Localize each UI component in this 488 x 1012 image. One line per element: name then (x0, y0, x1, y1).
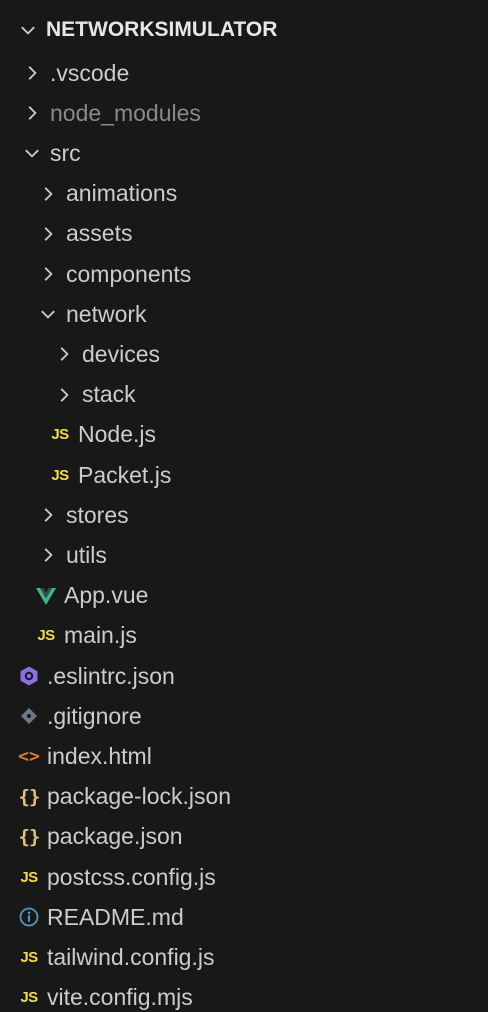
chevron-right-icon (38, 184, 58, 204)
file-label: tailwind.config.js (47, 943, 215, 970)
explorer-title: NETWORKSIMULATOR (46, 18, 278, 41)
file-label: package.json (47, 823, 183, 850)
folder-label: src (50, 139, 81, 166)
folder-label: utils (66, 541, 107, 568)
folder-item[interactable]: stores (0, 495, 488, 535)
folder-item[interactable]: src (0, 133, 488, 173)
git-icon (17, 704, 41, 728)
chevron-right-icon (38, 545, 58, 565)
file-label: Packet.js (78, 461, 172, 488)
file-label: README.md (47, 903, 184, 930)
folder-label: assets (66, 220, 133, 247)
folder-label: animations (66, 180, 178, 207)
file-item[interactable]: JS Node.js (0, 415, 488, 455)
file-item[interactable]: JS vite.config.mjs (0, 978, 488, 1012)
folder-label: .vscode (50, 59, 130, 86)
chevron-down-icon (18, 20, 38, 40)
folder-item[interactable]: stack (0, 375, 488, 415)
file-explorer: NETWORKSIMULATOR .vscode node_modulessrc a… (0, 0, 488, 1012)
file-label: vite.config.mjs (47, 984, 193, 1011)
json-icon: {} (18, 825, 41, 848)
folder-item[interactable]: network (0, 294, 488, 334)
file-label: .eslintrc.json (47, 662, 175, 689)
file-label: postcss.config.js (47, 863, 216, 890)
chevron-down-icon (22, 143, 42, 163)
javascript-icon: JS (51, 466, 69, 484)
file-label: main.js (64, 622, 137, 649)
file-label: package-lock.json (47, 783, 232, 810)
file-item[interactable]: .gitignore (0, 696, 488, 736)
chevron-right-icon (54, 385, 74, 405)
html-icon: <> (18, 745, 40, 767)
file-item[interactable]: README.md (0, 897, 488, 937)
folder-item[interactable]: assets (0, 214, 488, 254)
file-item[interactable]: {} package.json (0, 817, 488, 857)
chevron-right-icon (22, 103, 42, 123)
chevron-right-icon (54, 344, 74, 364)
folder-label: devices (82, 340, 160, 367)
chevron-right-icon (38, 224, 58, 244)
file-item[interactable]: App.vue (0, 576, 488, 616)
file-item[interactable]: JS Packet.js (0, 455, 488, 495)
folder-label: components (66, 260, 192, 287)
javascript-icon: JS (20, 948, 38, 966)
folder-label: stack (82, 381, 136, 408)
javascript-icon: JS (20, 989, 38, 1007)
folder-label: stores (66, 501, 129, 528)
folder-item[interactable]: .vscode (0, 53, 488, 93)
file-item[interactable]: JS tailwind.config.js (0, 937, 488, 977)
json-icon: {} (18, 785, 41, 808)
explorer-section-header[interactable]: NETWORKSIMULATOR (0, 10, 488, 50)
folder-label: network (66, 300, 147, 327)
chevron-right-icon (38, 505, 58, 525)
file-item[interactable]: .eslintrc.json (0, 656, 488, 696)
file-item[interactable]: {} package-lock.json (0, 777, 488, 817)
file-label: Node.js (78, 421, 156, 448)
folder-item[interactable]: components (0, 254, 488, 294)
javascript-icon: JS (20, 868, 38, 886)
vue-icon (34, 584, 58, 608)
file-label: index.html (47, 742, 152, 769)
folder-item[interactable]: animations (0, 174, 488, 214)
chevron-right-icon (38, 264, 58, 284)
folder-item[interactable]: utils (0, 535, 488, 575)
folder-label: node_modules (50, 99, 201, 126)
javascript-icon: JS (37, 627, 55, 645)
javascript-icon: JS (51, 426, 69, 444)
file-item[interactable]: JS postcss.config.js (0, 857, 488, 897)
folder-item[interactable]: node_modules (0, 93, 488, 133)
file-item[interactable]: JS main.js (0, 616, 488, 656)
chevron-down-icon (38, 304, 58, 324)
file-item[interactable]: <> index.html (0, 736, 488, 776)
file-label: App.vue (64, 582, 149, 609)
chevron-right-icon (22, 63, 42, 83)
file-label: .gitignore (47, 702, 142, 729)
eslint-icon (17, 664, 41, 688)
folder-item[interactable]: devices (0, 334, 488, 374)
info-icon (17, 905, 41, 929)
